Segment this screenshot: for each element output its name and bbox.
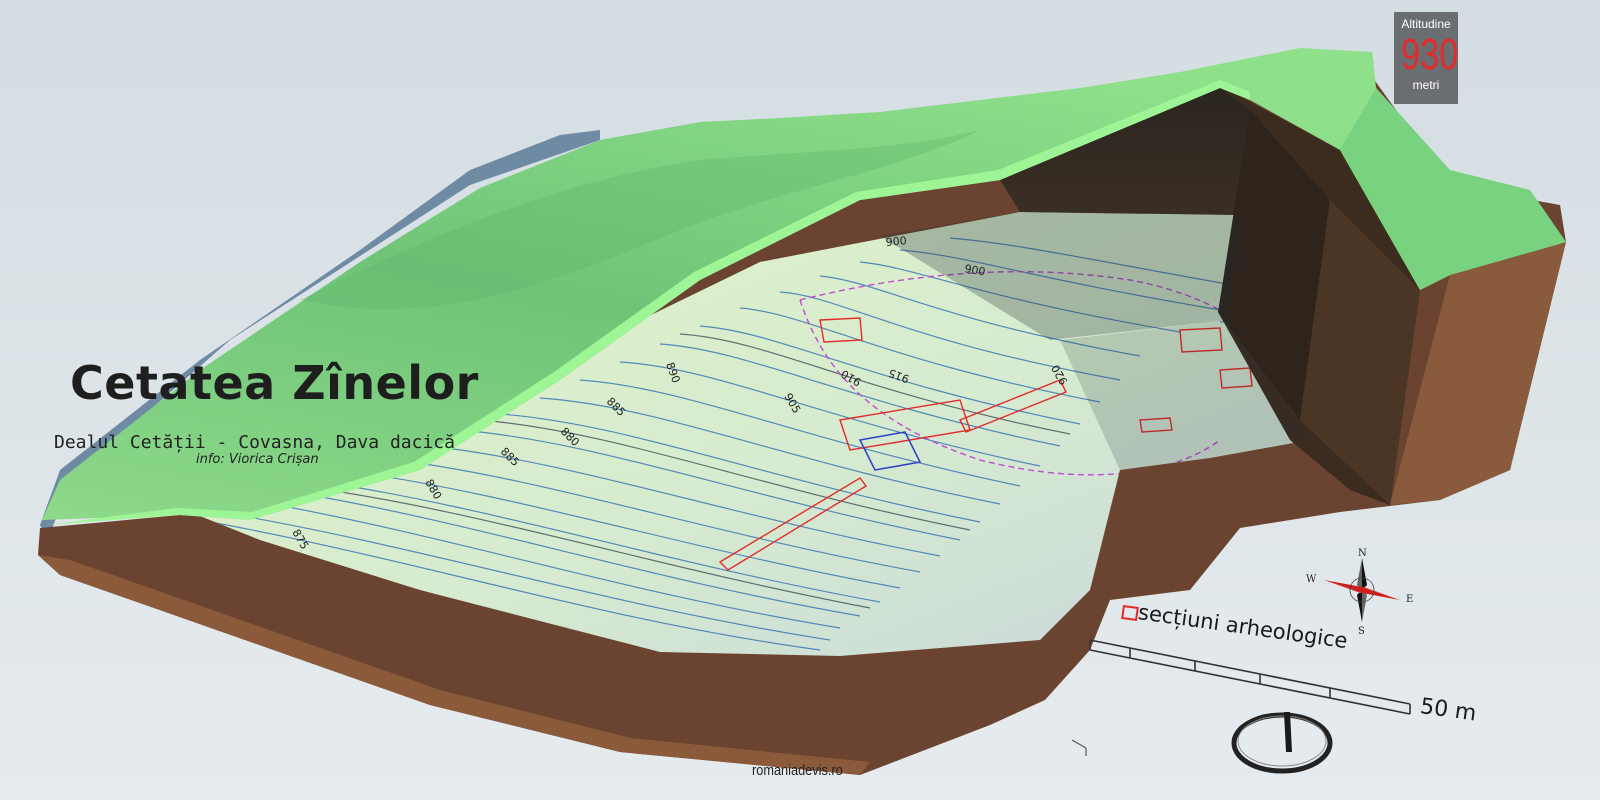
altitude-badge: Altitudine 930 metri xyxy=(1394,12,1458,104)
altitude-label: Altitudine xyxy=(1401,17,1451,31)
website-link[interactable]: romaniadevis.ro xyxy=(752,762,843,779)
compass-east: E xyxy=(1406,594,1413,605)
altitude-value: 930 xyxy=(1401,30,1459,79)
compass-west: W xyxy=(1306,574,1317,585)
credit-text: info: Viorica Crișan xyxy=(196,452,319,467)
compass-south: S xyxy=(1358,626,1365,637)
subtitle: Dealul Cetății - Covasna, Dava dacică xyxy=(54,432,455,453)
legend-swatch xyxy=(1121,604,1139,622)
compass-north: N xyxy=(1358,548,1367,559)
altitude-unit: metri xyxy=(1412,78,1440,92)
page-title: Cetatea Zînelor xyxy=(70,356,479,410)
